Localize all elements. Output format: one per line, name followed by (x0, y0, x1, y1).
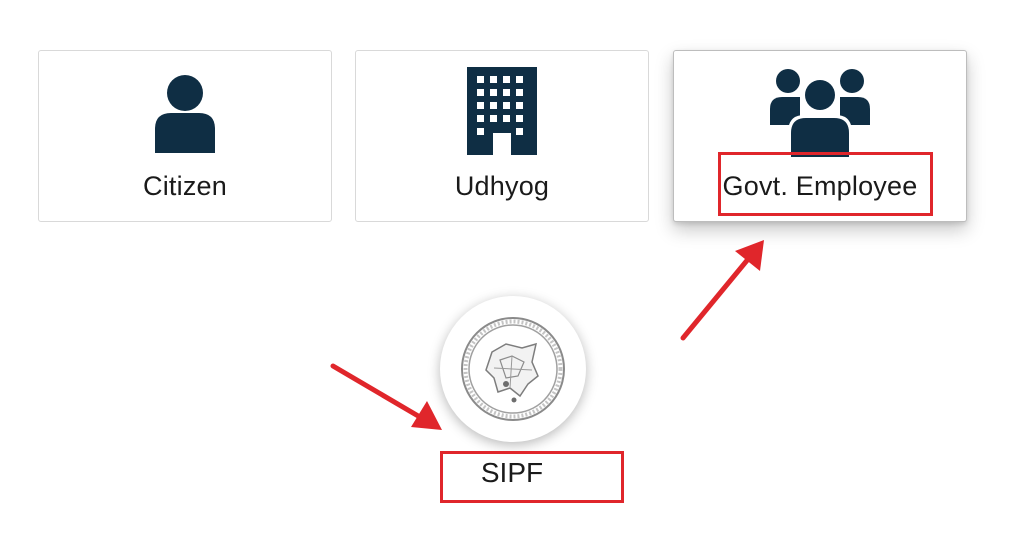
arrow-to-govt-employee (680, 255, 752, 341)
govt-employee-label: Govt. Employee (722, 171, 918, 201)
building-icon (467, 67, 537, 155)
login-type-selector: Citizen Udhyog Govt. Employee SIPF (0, 0, 1024, 548)
govt-employee-card[interactable]: Govt. Employee (673, 50, 967, 222)
sipf-label: SIPF (480, 457, 544, 488)
group-icon (770, 69, 870, 157)
sipf-logo-button[interactable] (440, 296, 586, 442)
udhyog-label: Udhyog (454, 171, 550, 201)
citizen-card[interactable]: Citizen (38, 50, 332, 222)
arrow-to-govt-employee-head (735, 240, 764, 271)
person-icon (155, 75, 215, 153)
sipf-emblem-icon (461, 317, 565, 421)
arrow-to-sipf-logo (330, 363, 428, 423)
citizen-label: Citizen (143, 171, 227, 201)
arrow-to-sipf-logo-head (411, 401, 442, 430)
udhyog-card[interactable]: Udhyog (355, 50, 649, 222)
